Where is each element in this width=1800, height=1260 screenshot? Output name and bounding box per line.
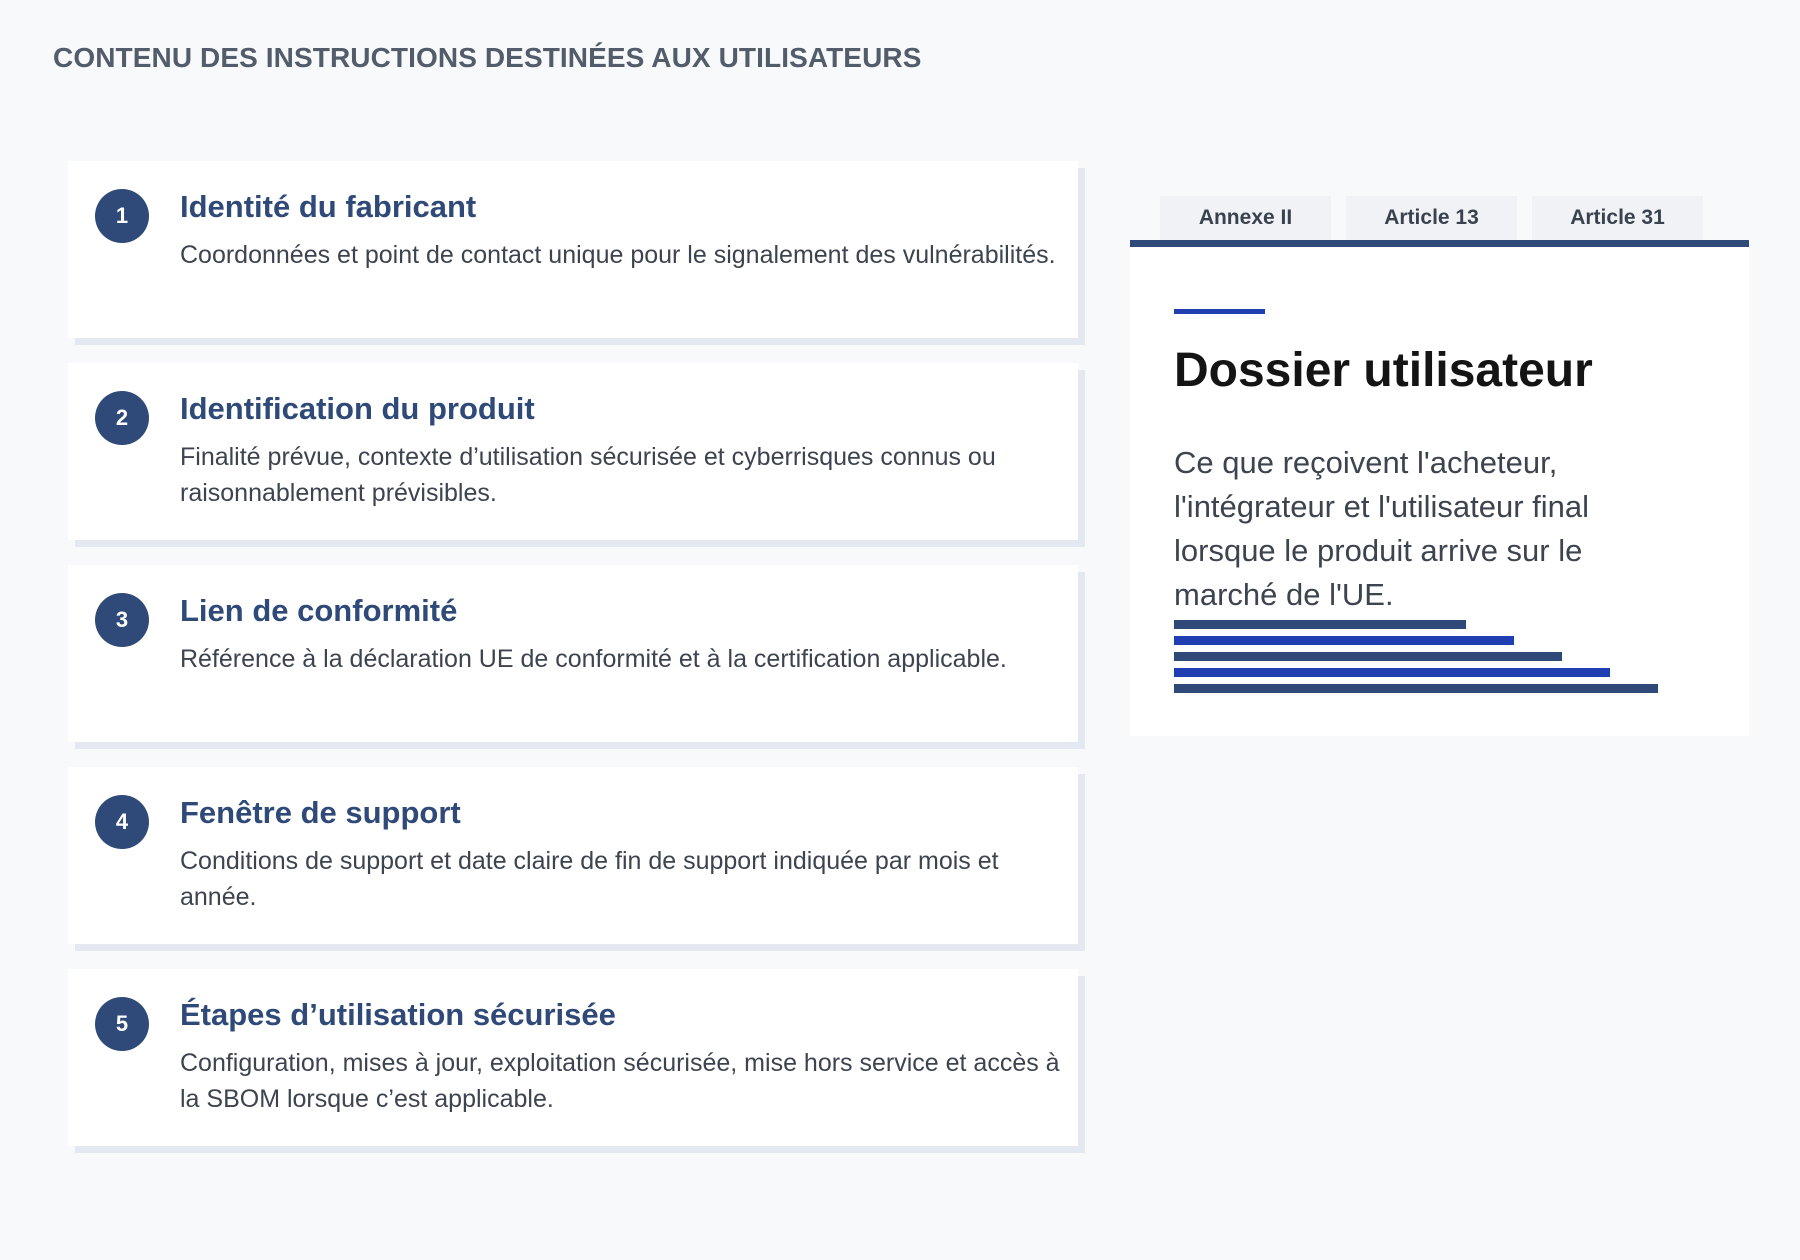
decorative-line — [1174, 684, 1658, 693]
step-number-badge: 5 — [95, 997, 149, 1051]
item-description: Coordonnées et point de contact unique p… — [180, 241, 1056, 269]
item-card: 4 Fenêtre de support Conditions de suppo… — [68, 767, 1078, 944]
item-description: Configuration, mises à jour, exploitatio… — [180, 1049, 1060, 1113]
decorative-line — [1174, 652, 1562, 661]
decorative-text-lines — [1174, 620, 1658, 700]
item-title: Étapes d’utilisation sécurisée — [180, 997, 616, 1032]
list-item: 2 Identification du produit Finalité pré… — [68, 363, 1085, 547]
list-item: 3 Lien de conformité Référence à la décl… — [68, 565, 1085, 749]
tab-divider — [1130, 240, 1749, 247]
list-item: 4 Fenêtre de support Conditions de suppo… — [68, 767, 1085, 951]
item-title: Fenêtre de support — [180, 795, 461, 830]
item-card: 2 Identification du produit Finalité pré… — [68, 363, 1078, 540]
panel-description: Ce que reçoivent l'acheteur, l'intégrate… — [1174, 445, 1590, 612]
step-number-badge: 4 — [95, 795, 149, 849]
decorative-line — [1174, 668, 1610, 677]
panel-card: Dossier utilisateur Ce que reçoivent l'a… — [1130, 247, 1749, 736]
item-card: 5 Étapes d’utilisation sécurisée Configu… — [68, 969, 1078, 1146]
decorative-line — [1174, 636, 1514, 645]
item-title: Identité du fabricant — [180, 189, 477, 224]
item-card: 1 Identité du fabricant Coordonnées et p… — [68, 161, 1078, 338]
step-number-badge: 3 — [95, 593, 149, 647]
step-number-badge: 2 — [95, 391, 149, 445]
panel-heading: Dossier utilisateur — [1174, 344, 1593, 397]
item-card: 3 Lien de conformité Référence à la décl… — [68, 565, 1078, 742]
list-item: 1 Identité du fabricant Coordonnées et p… — [68, 161, 1085, 345]
requirements-list: 1 Identité du fabricant Coordonnées et p… — [68, 161, 1085, 1171]
tab-annexe-ii[interactable]: Annexe II — [1160, 196, 1331, 240]
tab-article-31[interactable]: Article 31 — [1532, 196, 1703, 240]
decorative-line — [1174, 620, 1466, 629]
accent-line — [1174, 309, 1265, 314]
item-title: Identification du produit — [180, 391, 535, 426]
step-number-badge: 1 — [95, 189, 149, 243]
item-description: Finalité prévue, contexte d’utilisation … — [180, 443, 996, 507]
page-title: CONTENU DES INSTRUCTIONS DESTINÉES AUX U… — [53, 42, 922, 73]
item-description: Référence à la déclaration UE de conform… — [180, 645, 1007, 673]
reference-tabs: Annexe II Article 13 Article 31 — [1160, 196, 1703, 240]
list-item: 5 Étapes d’utilisation sécurisée Configu… — [68, 969, 1085, 1153]
item-title: Lien de conformité — [180, 593, 458, 628]
item-description: Conditions de support et date claire de … — [180, 847, 999, 911]
tab-article-13[interactable]: Article 13 — [1346, 196, 1517, 240]
